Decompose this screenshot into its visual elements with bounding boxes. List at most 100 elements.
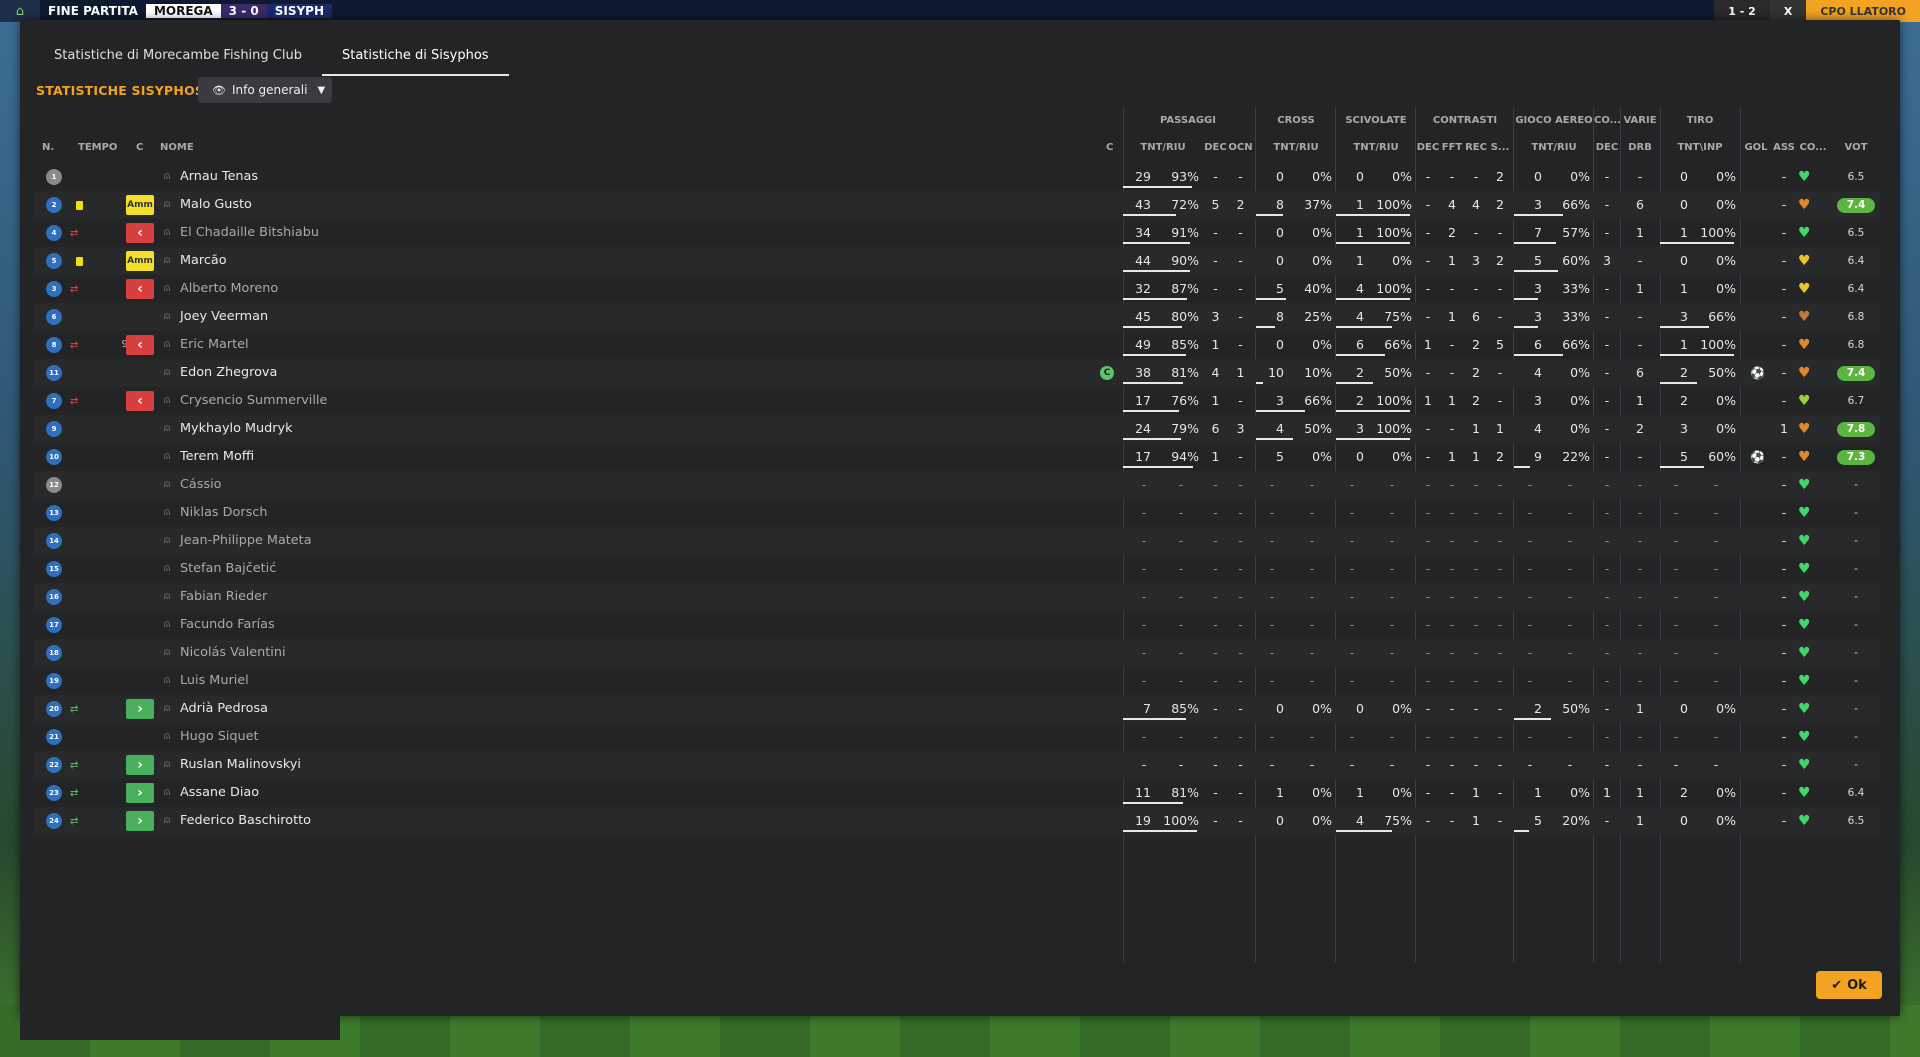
player-name[interactable]: Jean-Philippe Mateta: [180, 527, 312, 555]
player-profile-icon[interactable]: ⍝: [164, 387, 170, 415]
player-profile-icon[interactable]: ⍝: [164, 219, 170, 247]
player-profile-icon[interactable]: ⍝: [164, 555, 170, 583]
player-profile-icon[interactable]: ⍝: [164, 191, 170, 219]
player-name[interactable]: Ruslan Malinovskyi: [180, 751, 301, 779]
view-select[interactable]: 👁 Info generali ▼: [198, 77, 332, 103]
tab-morecambe-stats[interactable]: Statistiche di Morecambe Fishing Club: [34, 36, 322, 76]
table-row[interactable]: 21 ⍝ Hugo Siquet - - - - - - - - - - - - - - - - - - - ♥ -: [34, 723, 1880, 751]
player-profile-icon[interactable]: ⍝: [164, 807, 170, 835]
col-header-pass-tr[interactable]: TNT/RIU: [1123, 142, 1203, 153]
ok-button[interactable]: ✔ Ok: [1816, 971, 1882, 999]
player-profile-icon[interactable]: ⍝: [164, 247, 170, 275]
table-row[interactable]: 285Amm⍝Malo Gusto4372%52837%1100%-442366…: [34, 191, 1880, 219]
player-name[interactable]: El Chadaille Bitshiabu: [180, 219, 319, 247]
player-name[interactable]: Joey Veerman: [180, 303, 268, 331]
player-profile-icon[interactable]: ⍝: [164, 443, 170, 471]
player-name[interactable]: Malo Gusto: [180, 191, 252, 219]
player-name[interactable]: Stefan Bajčetić: [180, 555, 276, 583]
player-profile-icon[interactable]: ⍝: [164, 723, 170, 751]
table-row[interactable]: 15 ⍝ Stefan Bajčetić - - - - - - - - - - - - - - - - - - - ♥ -: [34, 555, 1880, 583]
col-header-dec[interactable]: DEC: [1203, 142, 1228, 153]
col-header-cross-tr[interactable]: TNT/RIU: [1256, 142, 1336, 153]
player-profile-icon[interactable]: ⍝: [164, 471, 170, 499]
player-profile-icon[interactable]: ⍝: [164, 359, 170, 387]
col-header-drb[interactable]: DRB: [1620, 142, 1660, 153]
player-profile-icon[interactable]: ⍝: [164, 639, 170, 667]
col-header-ocn[interactable]: OCN: [1228, 142, 1253, 153]
player-name[interactable]: Federico Baschirotto: [180, 807, 311, 835]
player-profile-icon[interactable]: ⍝: [164, 667, 170, 695]
table-row[interactable]: 14 ⍝ Jean-Philippe Mateta - - - - - - - - - - - - - - - - -…: [34, 527, 1880, 555]
player-name[interactable]: Facundo Farías: [180, 611, 275, 639]
table-row[interactable]: 19 ⍝ Luis Muriel - - - - - - - - - - - - - - - - - - - ♥ -: [34, 667, 1880, 695]
col-header-c[interactable]: C: [136, 142, 143, 153]
col-header-aer-tr[interactable]: TNT/RIU: [1514, 142, 1594, 153]
player-name[interactable]: Cássio: [180, 471, 222, 499]
player-profile-icon[interactable]: ⍝: [164, 331, 170, 359]
table-row[interactable]: 11 ⍝ Edon Zhegrova C 38 81% 4 1 10 10% 2 50% - -2-4 0%…: [34, 359, 1880, 387]
table-row[interactable]: 4⇄61‹⍝El Chadaille Bitshiabu3491%--00%11…: [34, 219, 1880, 247]
player-name[interactable]: Luis Muriel: [180, 667, 249, 695]
col-header-c-dec[interactable]: DEC: [1416, 142, 1440, 153]
col-header-vot[interactable]: VOT: [1834, 142, 1878, 153]
table-row[interactable]: 590Amm⍝Marcão4490%--00%10%-132560%3-00%-…: [34, 247, 1880, 275]
tab-sisyphos-stats[interactable]: Statistiche di Sisyphos: [321, 36, 509, 76]
table-row[interactable]: 16 ⍝ Fabian Rieder - - - - - - - - - - - - - - - - - - - ♥ -: [34, 583, 1880, 611]
table-row[interactable]: 24⇄61›⍝Federico Baschirotto19100%--00%47…: [34, 807, 1880, 835]
player-profile-icon[interactable]: ⍝: [164, 527, 170, 555]
table-row[interactable]: 17 ⍝ Facundo Farías - - - - - - - - - - - - - - - - - - - ♥ -: [34, 611, 1880, 639]
player-name[interactable]: Crysencio Summerville: [180, 387, 327, 415]
table-row[interactable]: 18 ⍝ Nicolás Valentini - - - - - - - - - - - - - - - - - - - ♥…: [34, 639, 1880, 667]
player-profile-icon[interactable]: ⍝: [164, 583, 170, 611]
player-profile-icon[interactable]: ⍝: [164, 611, 170, 639]
col-header-c-fft[interactable]: FFT: [1440, 142, 1464, 153]
table-row[interactable]: 6 ⍝ Joey Veerman 45 80% 3-8 25% 4 75% -1 6-3 33% - -3…: [34, 303, 1880, 331]
table-row[interactable]: 3⇄84‹⍝Alberto Moreno3287%--540%4100%----…: [34, 275, 1880, 303]
scorebar-right-c[interactable]: CPO LLATORO: [1806, 0, 1920, 22]
player-name[interactable]: Alberto Moreno: [180, 275, 278, 303]
player-name[interactable]: Terem Moffi: [180, 443, 254, 471]
col-header-gol[interactable]: GOL: [1742, 142, 1770, 153]
player-profile-icon[interactable]: ⍝: [164, 695, 170, 723]
table-row[interactable]: 9 ⍝ Mykhaylo Mudryk 24 79% 6 3 4 50% 3 100% - -1 1 4 0%…: [34, 415, 1880, 443]
col-header-ass[interactable]: ASS: [1770, 142, 1798, 153]
player-profile-icon[interactable]: ⍝: [164, 163, 170, 191]
home-icon[interactable]: ⌂: [0, 0, 40, 22]
col-header-c-rec[interactable]: REC: [1464, 142, 1488, 153]
table-row[interactable]: 12 ⍝ Cássio - - - - - - - - - - - - - - - - - - - ♥ -: [34, 471, 1880, 499]
col-header-cap[interactable]: C: [1106, 142, 1113, 153]
player-name[interactable]: Adrià Pedrosa: [180, 695, 268, 723]
player-name[interactable]: Arnau Tenas: [180, 163, 258, 191]
table-row[interactable]: 23⇄61›⍝Assane Diao1181%--10%10%--1-10%11…: [34, 779, 1880, 807]
col-header-tiro-ti[interactable]: TNT\INP: [1660, 142, 1740, 153]
player-name[interactable]: Niklas Dorsch: [180, 499, 267, 527]
scorebar-close[interactable]: X: [1769, 0, 1807, 22]
table-row[interactable]: 1 ⍝ Arnau Tenas 29 93% - -0 0% 0 0% - - -2 0 0% - -0 0% - ♥…: [34, 163, 1880, 191]
player-name[interactable]: Nicolás Valentini: [180, 639, 286, 667]
col-header-tempo[interactable]: TEMPO: [78, 142, 117, 153]
player-profile-icon[interactable]: ⍝: [164, 779, 170, 807]
col-header-cond[interactable]: CO...: [1798, 142, 1828, 153]
col-header-c-s[interactable]: S...: [1488, 142, 1512, 153]
table-row[interactable]: 10 ⍝ Terem Moffi 17 94% 1-5 0% 0 0% -1 1 2 9 22% - -5 60…: [34, 443, 1880, 471]
table-row[interactable]: 20⇄84›⍝Adrià Pedrosa785%--00%00%----250%…: [34, 695, 1880, 723]
player-name[interactable]: Mykhaylo Mudryk: [180, 415, 293, 443]
player-name[interactable]: Edon Zhegrova: [180, 359, 277, 387]
player-profile-icon[interactable]: ⍝: [164, 499, 170, 527]
player-profile-icon[interactable]: ⍝: [164, 303, 170, 331]
table-row[interactable]: 7⇄61‹⍝Crysencio Summerville1776%1-366%21…: [34, 387, 1880, 415]
player-name[interactable]: Assane Diao: [180, 779, 259, 807]
col-header-co-dec[interactable]: DEC: [1594, 142, 1620, 153]
table-row[interactable]: 13 ⍝ Niklas Dorsch - - - - - - - - - - - - - - - - - - - ♥ -: [34, 499, 1880, 527]
table-row[interactable]: 8⇄90+5‹⍝Eric Martel4985%1-00%666%1-25666…: [34, 331, 1880, 359]
player-name[interactable]: Hugo Siquet: [180, 723, 259, 751]
player-name[interactable]: Eric Martel: [180, 331, 249, 359]
player-name[interactable]: Fabian Rieder: [180, 583, 267, 611]
col-header-n[interactable]: N.: [42, 142, 54, 153]
player-profile-icon[interactable]: ⍝: [164, 751, 170, 779]
table-row[interactable]: 22⇄90›⍝Ruslan Malinovskyi---------------…: [34, 751, 1880, 779]
player-profile-icon[interactable]: ⍝: [164, 275, 170, 303]
col-header-sciv-tr[interactable]: TNT/RIU: [1336, 142, 1416, 153]
col-header-nome[interactable]: NOME: [160, 142, 194, 153]
player-name[interactable]: Marcão: [180, 247, 227, 275]
